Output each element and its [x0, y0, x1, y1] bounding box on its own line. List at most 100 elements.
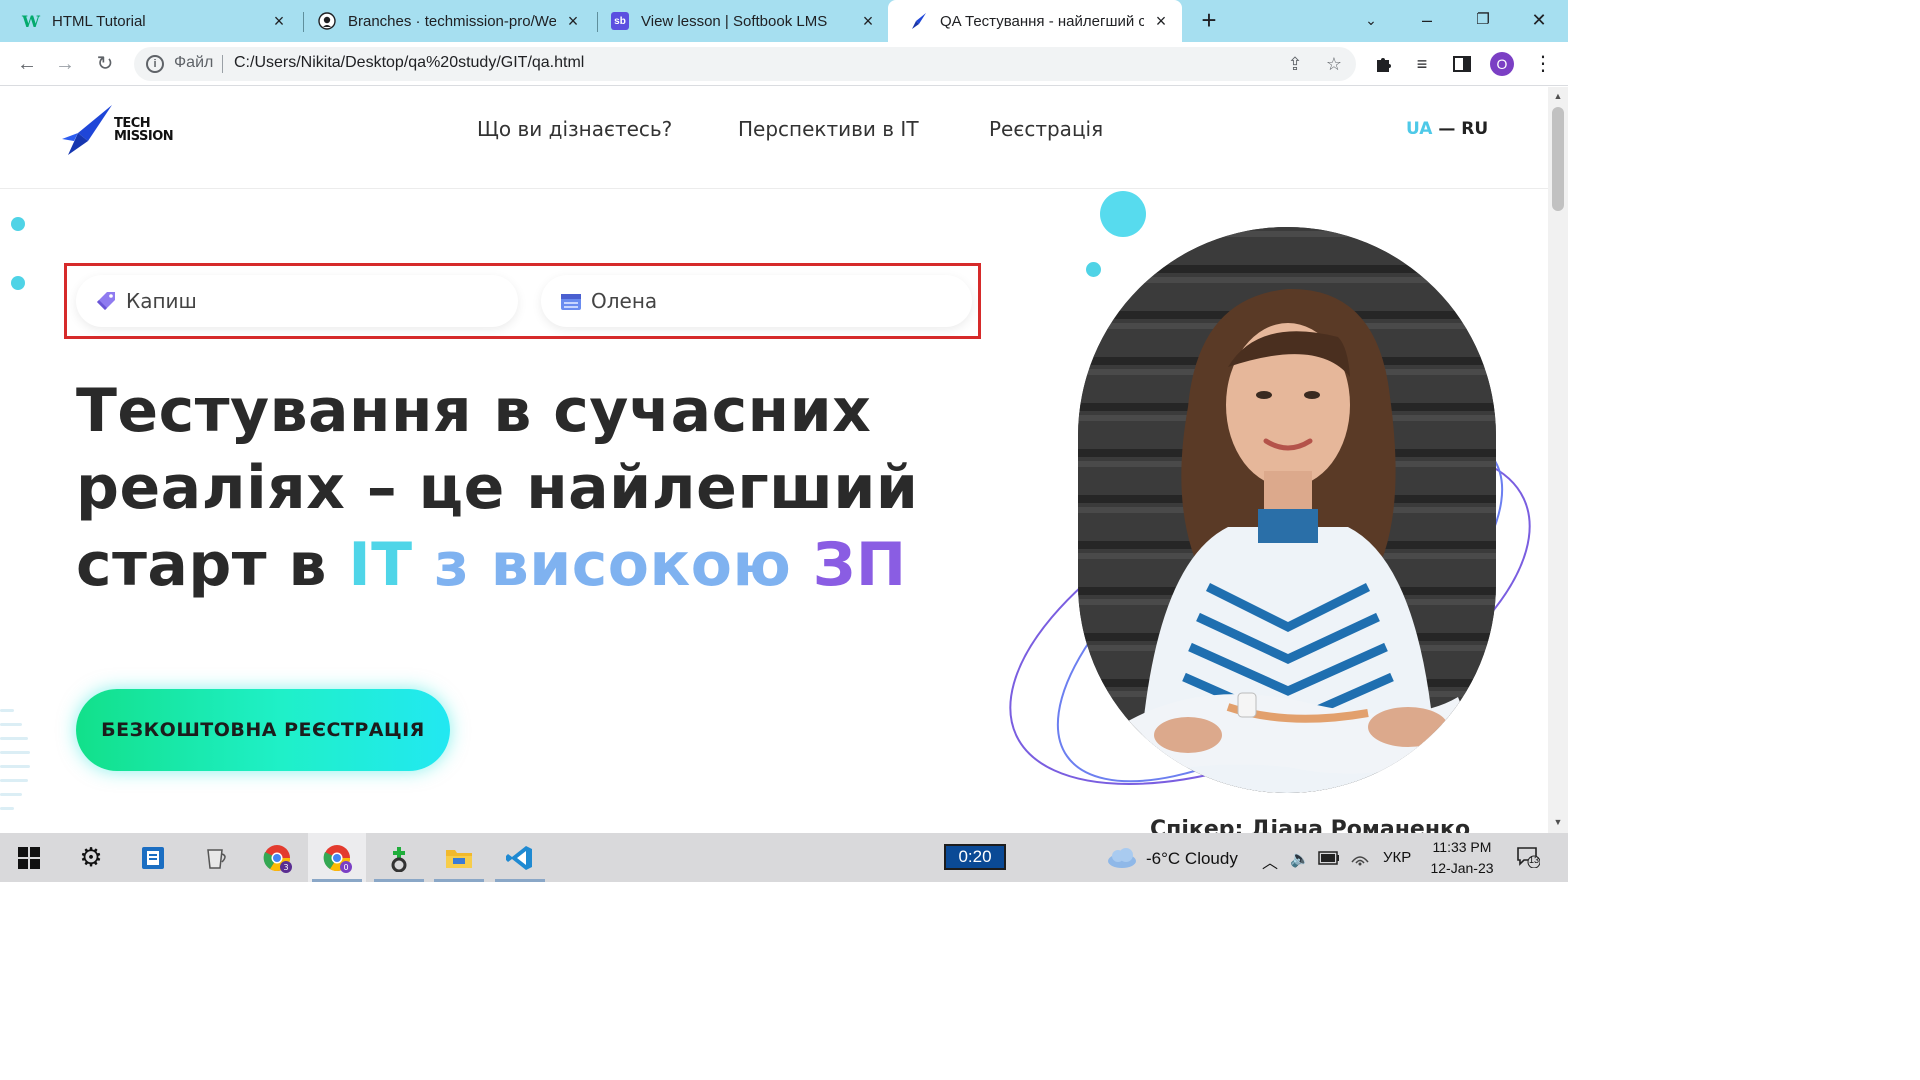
address-url[interactable]: C:/Users/Nikita/Desktop/qa%20study/GIT/q…	[234, 54, 584, 72]
file-explorer-app[interactable]	[430, 833, 488, 882]
minimize-icon[interactable]: –	[1415, 8, 1439, 32]
tab-title: HTML Tutorial	[52, 12, 146, 30]
free-registration-button[interactable]: БЕЗКОШТОВНА РЕЄСТРАЦІЯ	[76, 689, 450, 771]
chrome-app-profile-1[interactable]: 3	[248, 833, 306, 882]
windows-taskbar: ⚙ 3 0 0:20 -6°C Cloudy ︿ 🔈 УКР 11:33 PM …	[0, 833, 1568, 882]
hero-highlight-mid: з високою	[412, 530, 813, 600]
profile-avatar[interactable]: O	[1490, 52, 1514, 76]
tab-html-tutorial[interactable]: W HTML Tutorial ×	[0, 0, 300, 42]
web-page: TECH MISSION Що ви дізнаєтесь? Перспекти…	[0, 87, 1548, 833]
tab-title: View lesson | Softbook LMS	[641, 12, 828, 30]
weather-text[interactable]: -6°C Cloudy	[1146, 849, 1238, 869]
vscode-app[interactable]	[491, 833, 549, 882]
close-tab-icon[interactable]: ×	[859, 12, 877, 30]
timer-widget[interactable]: 0:20	[944, 844, 1006, 870]
browser-toolbar: ← → ↻ i Файл C:/Users/Nikita/Desktop/qa%…	[0, 42, 1568, 86]
remote-desktop-app[interactable]	[124, 833, 182, 882]
bookmark-star-icon[interactable]: ☆	[1323, 53, 1345, 75]
lang-ru[interactable]: RU	[1461, 119, 1488, 139]
nav-registration[interactable]: Реєстрація	[989, 117, 1103, 141]
address-scheme: Файл	[174, 54, 214, 71]
chrome-icon: 0	[323, 844, 352, 873]
pill-label: Олена	[591, 289, 658, 313]
notification-count: 13	[1528, 855, 1539, 865]
language-switcher: UA — RU	[1406, 119, 1488, 139]
forward-icon[interactable]: →	[52, 51, 78, 77]
clock-date: 12-Jan-23	[1430, 860, 1494, 876]
page-scrollbar[interactable]: ▲ ▼	[1548, 87, 1568, 833]
decor-bubble-small	[1086, 262, 1101, 277]
speaker-photo	[1078, 227, 1496, 793]
site-info-icon[interactable]: i	[146, 55, 164, 73]
side-panel-icon[interactable]	[1449, 51, 1475, 77]
settings-app[interactable]: ⚙	[62, 833, 120, 882]
tab-softbook[interactable]: sb View lesson | Softbook LMS ×	[589, 0, 889, 42]
logo-line-mission: MISSION	[114, 129, 174, 144]
share-icon[interactable]: ⇪	[1284, 53, 1306, 75]
close-tab-icon[interactable]: ×	[1152, 12, 1170, 30]
lang-ua[interactable]: UA	[1406, 119, 1432, 139]
hero-start-text: старт в	[76, 530, 349, 600]
scroll-down-arrow-icon[interactable]: ▼	[1552, 817, 1564, 829]
softbook-icon: sb	[611, 12, 629, 30]
wifi-icon[interactable]	[1350, 850, 1370, 866]
new-tab-button[interactable]: +	[1196, 7, 1222, 34]
running-indicator	[374, 879, 424, 882]
price-tag-icon	[97, 292, 115, 310]
tab-branches[interactable]: Branches · techmission-pro/WebI ×	[296, 0, 594, 42]
rocket-icon	[910, 12, 928, 30]
media-queue-icon[interactable]: ≡	[1409, 51, 1435, 77]
hero-line-1: Тестування в сучасних	[76, 376, 872, 446]
git-app[interactable]	[370, 833, 428, 882]
tab-title: QA Тестування - найлегший ста	[940, 12, 1144, 30]
info-pill-kapysh: Капиш	[76, 275, 518, 327]
hero-highlight-it: IT	[348, 530, 413, 600]
lang-separator: —	[1438, 119, 1456, 139]
scrollbar-thumb[interactable]	[1552, 107, 1564, 211]
windows-logo-icon	[18, 846, 40, 869]
back-icon[interactable]: ←	[14, 51, 40, 77]
tab-title: Branches · techmission-pro/WebI	[348, 12, 556, 30]
notifications-button[interactable]: 13	[1516, 846, 1541, 869]
reload-icon[interactable]: ↻	[92, 51, 118, 77]
decor-stripes	[0, 709, 34, 829]
scroll-up-arrow-icon[interactable]: ▲	[1552, 91, 1564, 103]
info-pill-olena: Олена	[541, 275, 972, 327]
battery-icon[interactable]	[1318, 851, 1340, 865]
restore-icon[interactable]: ❐	[1471, 8, 1495, 32]
close-window-icon[interactable]: ✕	[1527, 8, 1551, 32]
hero-line-3: старт в IT з високою ЗП	[76, 527, 956, 604]
git-client-icon	[391, 846, 407, 872]
clock-time: 11:33 PM	[1432, 839, 1492, 855]
close-tab-icon[interactable]: ×	[270, 12, 288, 30]
menu-kebab-icon[interactable]: ⋮	[1530, 51, 1556, 77]
nav-it-perspectives[interactable]: Перспективи в IT	[738, 117, 919, 141]
nav-what-you-learn[interactable]: Що ви дізнаєтесь?	[477, 117, 672, 141]
folder-icon	[446, 849, 472, 868]
pill-label: Капиш	[126, 289, 197, 313]
input-language[interactable]: УКР	[1383, 849, 1411, 866]
system-clock[interactable]: 11:33 PM 12-Jan-23	[1424, 837, 1500, 879]
close-tab-icon[interactable]: ×	[564, 12, 582, 30]
tech-mission-logo[interactable]: TECH MISSION	[62, 103, 192, 157]
active-indicator	[312, 879, 362, 882]
gear-icon: ⚙	[79, 842, 103, 872]
tab-search-icon[interactable]: ⌄	[1359, 8, 1383, 32]
rocket-logo-icon	[62, 105, 112, 155]
pitcher-app[interactable]	[186, 833, 244, 882]
chrome-icon: 3	[263, 844, 292, 873]
hero-title: Тестування в сучасних реаліях – це найле…	[76, 373, 956, 604]
start-button[interactable]	[0, 833, 58, 882]
calendar-icon	[561, 294, 581, 310]
address-bar[interactable]: i Файл C:/Users/Nikita/Desktop/qa%20stud…	[134, 47, 1356, 81]
extensions-puzzle-icon[interactable]	[1371, 51, 1397, 77]
decor-dot	[11, 276, 25, 290]
tab-qa-testing[interactable]: QA Тестування - найлегший ста ×	[888, 0, 1182, 42]
volume-icon[interactable]: 🔈	[1290, 849, 1310, 869]
speaker-caption: Спікер: Діана Романенко	[1150, 817, 1471, 833]
tray-chevron-icon[interactable]: ︿	[1262, 849, 1278, 873]
browser-tab-strip: W HTML Tutorial × Branches · techmission…	[0, 0, 1568, 42]
speaker-portrait-illustration	[1078, 227, 1496, 793]
chrome-app-profile-2[interactable]: 0	[308, 833, 366, 882]
running-indicator	[495, 879, 545, 882]
